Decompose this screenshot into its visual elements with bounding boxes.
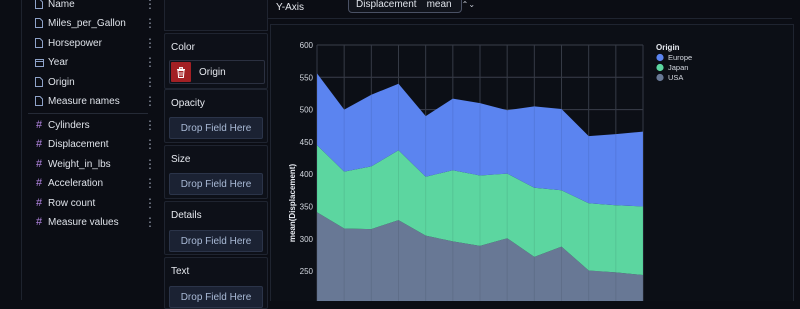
stacked-area-chart: 600 550 500 450 400 350 300 250 mean(Displaceme… [288, 41, 692, 301]
field-item[interactable]: Horsepower ⋮ [34, 34, 156, 52]
field-name: Horsepower [48, 37, 102, 49]
chart-areas [316, 45, 644, 301]
field-divider [28, 113, 148, 114]
text-encoding-title: Text [171, 266, 190, 277]
doc-icon [34, 18, 44, 28]
size-encoding-title: Size [171, 154, 191, 165]
field-item[interactable]: Measure names ⋮ [34, 92, 156, 110]
y-tick-label: 400 [300, 170, 314, 179]
more-options-icon[interactable]: ⋮ [144, 137, 156, 151]
y-axis-shelf: Y-Axis Displacement mean ⌃⌄ [268, 0, 792, 19]
y-axis-ticks: 600 550 500 450 400 350 300 250 [300, 41, 314, 276]
calendar-icon [34, 57, 44, 67]
hash-icon: # [35, 158, 43, 170]
y-tick-label: 550 [300, 73, 314, 82]
field-name: Miles_per_Gallon [48, 17, 126, 29]
opacity-encoding-panel: Opacity Drop Field Here [164, 89, 268, 143]
hash-icon: # [35, 138, 43, 150]
chart-legend: OriginEuropeJapanUSA [656, 43, 692, 82]
color-encoding-title: Color [171, 42, 195, 53]
y-tick-label: 300 [300, 235, 314, 244]
size-encoding-panel: Size Drop Field Here [164, 145, 268, 199]
size-drop-zone[interactable]: Drop Field Here [169, 173, 263, 195]
field-item[interactable]: Name ⋮ [34, 0, 156, 13]
trash-icon[interactable] [171, 62, 191, 82]
field-item[interactable]: Miles_per_Gallon ⋮ [34, 14, 156, 32]
y-tick-label: 450 [300, 138, 314, 147]
y-tick-label: 500 [300, 106, 314, 115]
doc-icon [34, 96, 44, 106]
field-name: Origin [48, 76, 75, 88]
y-axis-aggregate: mean [426, 0, 452, 10]
more-options-icon[interactable]: ⋮ [144, 215, 156, 229]
legend-swatch [656, 63, 664, 72]
chart-y-axis-title: mean(Displacement) [288, 164, 297, 243]
more-options-icon[interactable]: ⋮ [144, 16, 156, 30]
legend-label: USA [668, 73, 683, 82]
more-options-icon[interactable]: ⋮ [144, 157, 156, 171]
text-drop-zone[interactable]: Drop Field Here [169, 286, 263, 308]
trash-icon-glyph [177, 66, 185, 78]
hash-icon: # [35, 216, 43, 228]
more-options-icon[interactable]: ⋮ [144, 36, 156, 50]
color-field-name: Origin [199, 66, 226, 78]
more-options-icon[interactable]: ⋮ [144, 75, 156, 89]
field-list-sidebar: Name ⋮ Miles_per_Gallon ⋮ Horsepower ⋮ Year ⋮ Or… [0, 0, 158, 300]
y-axis-field-select[interactable]: Displacement mean ⌃⌄ [348, 0, 475, 13]
field-name: Name [48, 0, 75, 10]
y-tick-label: 350 [300, 203, 314, 212]
measure-name: Acceleration [48, 177, 104, 189]
hash-icon: # [35, 119, 43, 131]
measure-name: Measure values [48, 216, 119, 228]
opacity-encoding-title: Opacity [171, 98, 205, 109]
opacity-drop-zone[interactable]: Drop Field Here [169, 117, 263, 139]
legend-swatch [656, 53, 664, 62]
measure-item[interactable]: # Acceleration ⋮ [34, 174, 156, 192]
legend-label: Japan [668, 63, 688, 72]
details-encoding-panel: Details Drop Field Here [164, 201, 268, 255]
measure-item[interactable]: # Weight_in_lbs ⋮ [34, 155, 156, 173]
y-tick-label: 250 [300, 267, 314, 276]
encoding-top-panel [164, 0, 268, 31]
measure-item[interactable]: # Cylinders ⋮ [34, 116, 156, 134]
field-name: Year [48, 56, 69, 68]
sidebar-edge [21, 0, 22, 300]
legend-title: Origin [656, 43, 680, 52]
details-encoding-title: Details [171, 210, 202, 221]
legend-label: Europe [668, 53, 692, 62]
more-options-icon[interactable]: ⋮ [144, 0, 156, 11]
measure-item[interactable]: # Measure values ⋮ [34, 213, 156, 231]
more-options-icon[interactable]: ⋮ [144, 55, 156, 69]
measure-name: Cylinders [48, 119, 90, 131]
more-options-icon[interactable]: ⋮ [144, 118, 156, 132]
doc-icon [34, 38, 44, 48]
color-encoding-panel: Color Origin [164, 33, 268, 89]
doc-icon [34, 77, 44, 87]
field-item[interactable]: Year ⋮ [34, 53, 156, 71]
updown-chevron-icon: ⌃⌄ [461, 0, 476, 9]
measure-name: Displacement [48, 138, 109, 150]
legend-swatch [656, 73, 664, 82]
measure-item[interactable]: # Row count ⋮ [34, 194, 156, 212]
details-drop-zone[interactable]: Drop Field Here [169, 230, 263, 252]
doc-icon [34, 0, 44, 9]
chart-panel: 600 550 500 450 400 350 300 250 mean(Displaceme… [270, 24, 794, 301]
measure-item[interactable]: # Displacement ⋮ [34, 135, 156, 153]
field-item[interactable]: Origin ⋮ [34, 73, 156, 91]
hash-icon: # [35, 177, 43, 189]
y-axis-label: Y-Axis [276, 2, 304, 13]
origin-field-chip[interactable]: Origin [169, 60, 265, 84]
text-encoding-panel: Text Drop Field Here [164, 257, 268, 309]
more-options-icon[interactable]: ⋮ [144, 196, 156, 210]
measure-name: Weight_in_lbs [48, 158, 111, 170]
hash-icon: # [35, 197, 43, 209]
y-tick-label: 600 [300, 41, 314, 50]
measure-name: Row count [48, 197, 96, 209]
field-name: Measure names [48, 95, 120, 107]
more-options-icon[interactable]: ⋮ [144, 176, 156, 190]
more-options-icon[interactable]: ⋮ [144, 94, 156, 108]
y-axis-field-name: Displacement [356, 0, 417, 10]
